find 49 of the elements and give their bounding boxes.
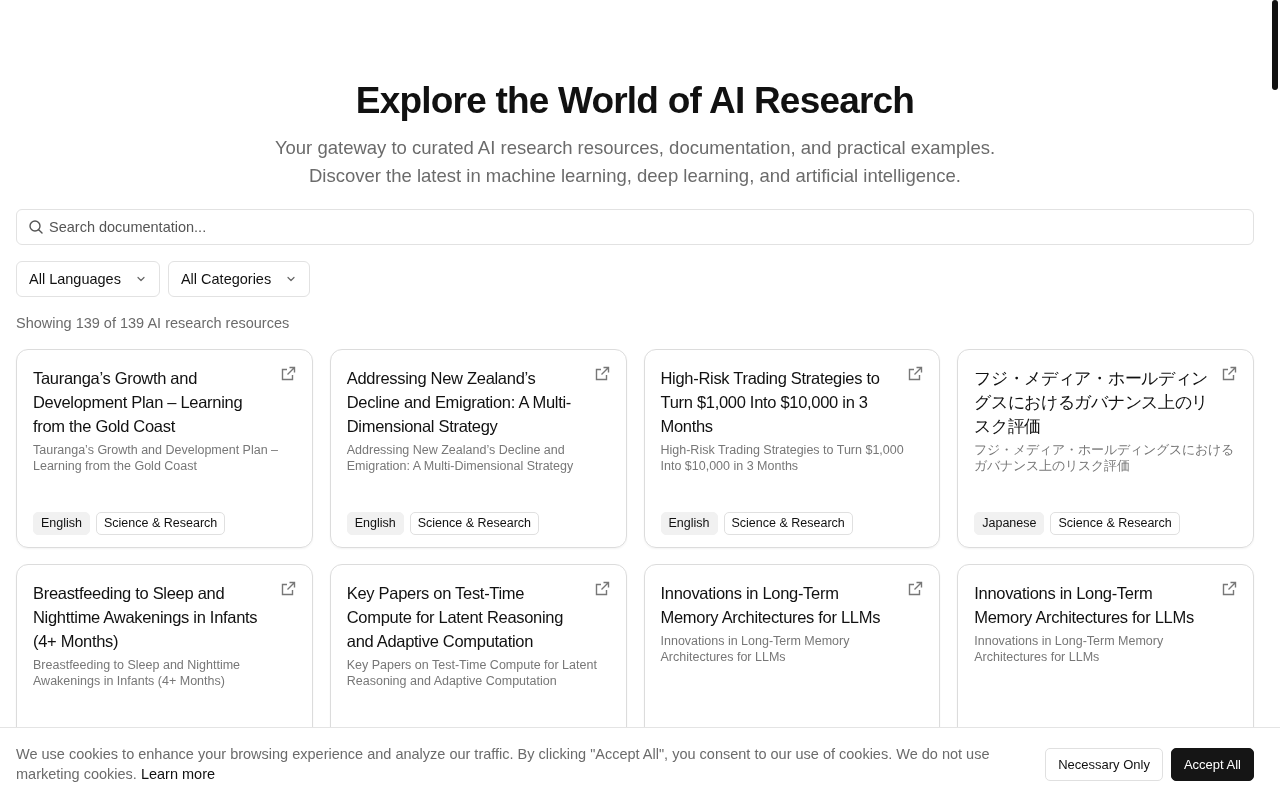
card-description: Key Papers on Test-Time Compute for Latent Reasoning and Adaptive Computation	[346, 657, 598, 689]
result-count: Showing 139 of 139 AI research resources	[16, 314, 291, 332]
external-link-icon[interactable]	[593, 366, 610, 382]
card-title: Innovations in Long-Term Memory Architectures for LLMs	[660, 583, 882, 628]
scrollbar[interactable]	[1272, 0, 1278, 90]
external-link-icon[interactable]	[279, 581, 296, 597]
filter-dropdown[interactable]: All Categories	[167, 261, 311, 297]
category-tag: Science & Research	[1050, 512, 1180, 535]
language-tag: English	[660, 512, 718, 535]
cookie-text: We use cookies to enhance your browsing experience and analyze our traffic. By clicking "Accept All", you consent to our use of cookies. We do not use marketing cookies. Learn more	[16, 745, 991, 784]
resource-card[interactable]: High-Risk Trading Strategies to Turn $1,000 Into $10,000 in 3 Months High-Risk Trading Strategies to Turn $1,000 Into $10,000 in 3 Months English Science & Research	[643, 349, 941, 548]
external-link-icon[interactable]	[593, 581, 610, 597]
card-description: High-Risk Trading Strategies to Turn $1,000 Into $10,000 in 3 Months	[660, 442, 905, 474]
external-link-icon[interactable]	[1221, 366, 1237, 382]
category-tag: Science & Research	[409, 512, 539, 535]
external-link-icon[interactable]	[907, 366, 924, 382]
language-tag: English	[33, 512, 90, 535]
learn-more-link[interactable]: Learn more	[140, 766, 216, 782]
card-description: Innovations in Long-Term Memory Architectures for LLMs	[974, 633, 1165, 665]
card-title: Key Papers on Test-Time Compute for Latent Reasoning and Adaptive Computation	[346, 583, 565, 652]
card-title: Addressing New Zealand’s Decline and Emigration: A Multi-Dimensional Strategy	[346, 368, 572, 437]
card-title: Innovations in Long-Term Memory Architectures for LLMs	[974, 583, 1195, 628]
card-title: Tauranga’s Growth and Development Plan – Learning from the Gold Coast	[33, 368, 244, 437]
card-description: Innovations in Long-Term Memory Architectures for LLMs	[660, 633, 851, 665]
necessary-only-button[interactable]: Necessary Only	[1045, 747, 1163, 781]
language-tag: English	[346, 512, 404, 535]
card-description: Tauranga’s Growth and Development Plan – Learning from the Gold Coast	[33, 442, 280, 474]
card-title: Breastfeeding to Sleep and Nighttime Awakenings in Infants (4+ Months)	[33, 583, 259, 652]
filter-dropdown[interactable]: All Languages	[16, 261, 160, 297]
language-tag: Japanese	[974, 512, 1045, 535]
search-field[interactable]: Search documentation...	[16, 209, 1254, 245]
subtitle-line: Discover the latest in machine learning, deep learning, and artificial intelligence.	[308, 164, 962, 188]
category-tag: Science & Research	[723, 512, 853, 535]
external-link-icon[interactable]	[907, 581, 924, 597]
card-description: Breastfeeding to Sleep and Nighttime Awakenings in Infants (4+ Months)	[33, 657, 242, 689]
card-description: フジ・メディア・ホールディングスにおけるガバナンス上のリスク評価	[974, 442, 1236, 474]
resource-card[interactable]: Addressing New Zealand’s Decline and Emigration: A Multi-Dimensional Strategy Addressing New Zealand’s Decline and Emigration: A Multi-Dimensional Strategy English Science & Research	[329, 349, 627, 548]
subtitle-line: Your gateway to curated AI research resources, documentation, and practical examples.	[273, 136, 997, 160]
card-title: High-Risk Trading Strategies to Turn $1,000 Into $10,000 in 3 Months	[660, 368, 881, 437]
external-link-icon[interactable]	[1221, 581, 1237, 597]
resource-card[interactable]: フジ・メディア・ホールディングスにおけるガバナンス上のリスク評価 フジ・メディア・ホールディングスにおけるガバナンス上のリスク評価 Japanese Science & Research	[957, 349, 1254, 548]
resource-card[interactable]: Tauranga’s Growth and Development Plan – Learning from the Gold Coast Tauranga’s Growth and Development Plan – Learning from the Gold Coast English Science & Research	[16, 349, 313, 548]
category-tag: Science & Research	[96, 512, 226, 535]
search-icon	[28, 219, 44, 235]
card-description: Addressing New Zealand’s Decline and Emigration: A Multi-Dimensional Strategy	[346, 442, 575, 474]
page-title: Explore the World of AI Research	[354, 79, 916, 123]
external-link-icon[interactable]	[279, 366, 296, 382]
accept-all-button[interactable]: Accept All	[1170, 747, 1254, 781]
card-title: フジ・メディア・ホールディングスにおけるガバナンス上のリスク評価	[974, 368, 1209, 437]
